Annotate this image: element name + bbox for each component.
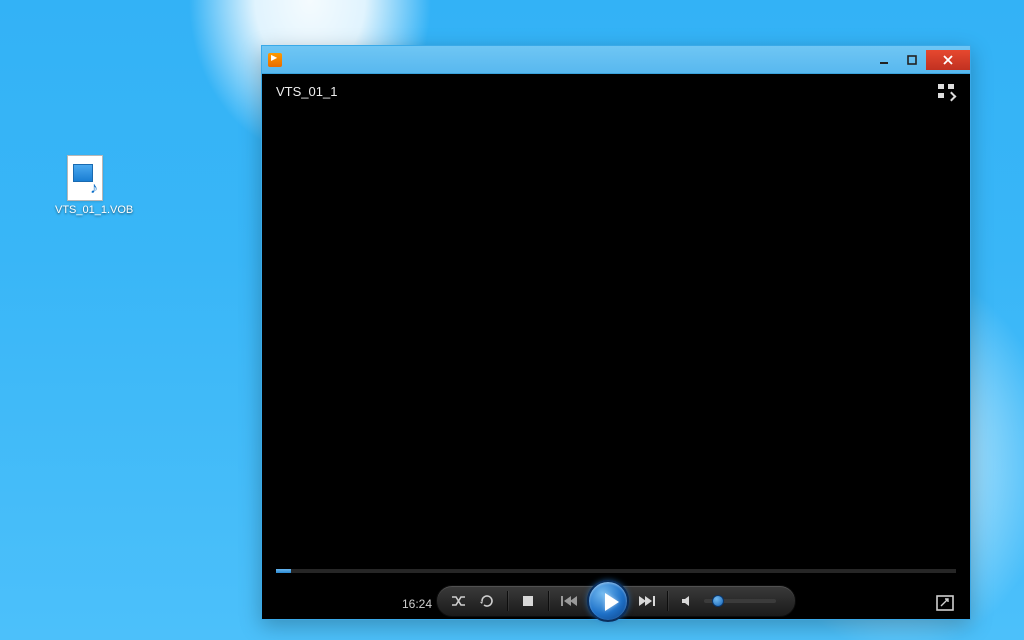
switch-to-library-button[interactable] bbox=[938, 84, 956, 100]
video-area[interactable]: VTS_01_1 16:24 bbox=[262, 74, 970, 619]
mute-icon bbox=[681, 595, 695, 607]
video-file-icon bbox=[67, 155, 103, 201]
separator bbox=[667, 591, 668, 611]
repeat-button[interactable] bbox=[475, 589, 499, 613]
maximize-icon bbox=[907, 55, 917, 65]
fullscreen-icon bbox=[936, 595, 954, 611]
elapsed-time: 16:24 bbox=[402, 597, 432, 611]
stop-button[interactable] bbox=[516, 589, 540, 613]
next-icon bbox=[639, 595, 655, 607]
repeat-icon bbox=[479, 594, 495, 608]
volume-thumb[interactable] bbox=[712, 595, 724, 607]
minimize-button[interactable] bbox=[870, 50, 898, 70]
playback-controls bbox=[436, 585, 796, 617]
media-player-window: VTS_01_1 16:24 bbox=[261, 45, 971, 620]
seek-bar[interactable] bbox=[276, 569, 956, 573]
desktop-file-vob[interactable]: VTS_01_1.VOB bbox=[55, 155, 115, 216]
close-button[interactable] bbox=[926, 50, 970, 70]
titlebar[interactable] bbox=[262, 46, 970, 74]
desktop[interactable]: VTS_01_1.VOB VTS_01_1 bbox=[0, 0, 1024, 640]
maximize-button[interactable] bbox=[898, 50, 926, 70]
close-icon bbox=[942, 54, 954, 66]
minimize-icon bbox=[879, 55, 889, 65]
shuffle-button[interactable] bbox=[447, 589, 471, 613]
mute-button[interactable] bbox=[676, 589, 700, 613]
next-button[interactable] bbox=[635, 589, 659, 613]
fullscreen-button[interactable] bbox=[936, 595, 954, 611]
separator bbox=[507, 591, 508, 611]
window-controls bbox=[870, 50, 970, 70]
previous-icon bbox=[561, 595, 577, 607]
seek-progress bbox=[276, 569, 291, 573]
desktop-file-label: VTS_01_1.VOB bbox=[55, 204, 115, 216]
shuffle-icon bbox=[451, 594, 467, 608]
previous-button[interactable] bbox=[557, 589, 581, 613]
volume-slider[interactable] bbox=[704, 599, 776, 603]
now-playing-label: VTS_01_1 bbox=[276, 84, 337, 99]
play-button[interactable] bbox=[587, 580, 629, 622]
separator bbox=[548, 591, 549, 611]
stop-icon bbox=[522, 595, 534, 607]
app-icon bbox=[268, 53, 282, 67]
